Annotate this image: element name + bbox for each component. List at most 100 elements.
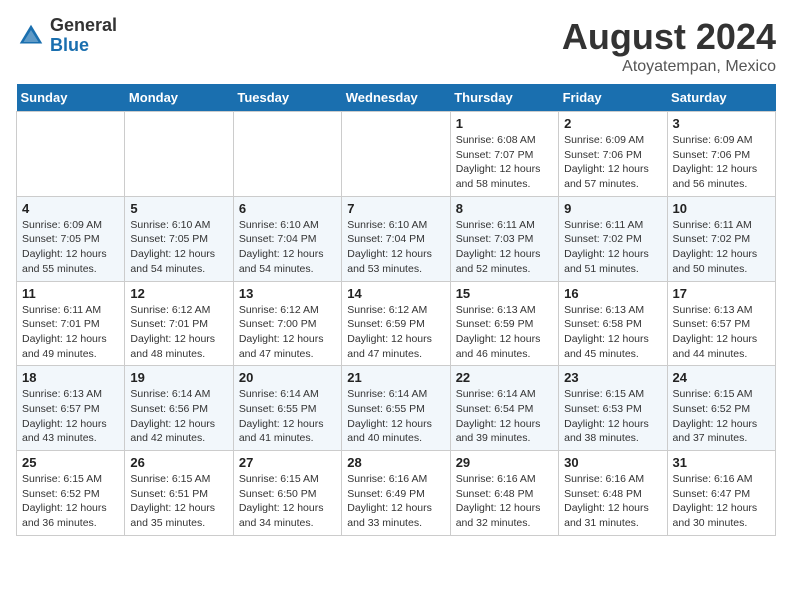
day-number: 5	[130, 201, 227, 216]
calendar-week-row: 4 Sunrise: 6:09 AM Sunset: 7:05 PM Daylig…	[17, 196, 776, 281]
day-info: Sunrise: 6:14 AM Sunset: 6:55 PM Dayligh…	[239, 387, 336, 446]
calendar-cell: 6Sunrise: 6:10 AM Sunset: 7:04 PM Daylig…	[233, 196, 341, 281]
calendar-week-row: 1Sunrise: 6:08 AM Sunset: 7:07 PM Daylig…	[17, 112, 776, 197]
title-block: August 2024 Atoyatempan, Mexico	[562, 16, 776, 76]
day-info: Sunrise: 6:16 AM Sunset: 6:47 PM Dayligh…	[673, 472, 770, 531]
weekday-header-tuesday: Tuesday	[233, 84, 341, 112]
day-number: 23	[564, 370, 661, 385]
day-number: 9	[564, 201, 661, 216]
day-number: 24	[673, 370, 770, 385]
weekday-header-row: SundayMondayTuesdayWednesdayThursdayFrid…	[17, 84, 776, 112]
day-number: 19	[130, 370, 227, 385]
day-info: Sunrise: 6:11 AM Sunset: 7:03 PM Dayligh…	[456, 218, 553, 277]
calendar-week-row: 11Sunrise: 6:11 AM Sunset: 7:01 PM Dayli…	[17, 281, 776, 366]
calendar-cell: 7 Sunrise: 6:10 AM Sunset: 7:04 PM Daylig…	[342, 196, 450, 281]
day-number: 6	[239, 201, 336, 216]
calendar-cell: 12Sunrise: 6:12 AM Sunset: 7:01 PM Dayli…	[125, 281, 233, 366]
location-subtitle: Atoyatempan, Mexico	[562, 58, 776, 76]
day-number: 16	[564, 286, 661, 301]
calendar-cell: 20 Sunrise: 6:14 AM Sunset: 6:55 PM Dayli…	[233, 366, 341, 451]
day-number: 30	[564, 455, 661, 470]
day-info: Sunrise: 6:12 AM Sunset: 6:59 PM Dayligh…	[347, 303, 444, 362]
day-info: Sunrise: 6:15 AM Sunset: 6:50 PM Dayligh…	[239, 472, 336, 531]
day-number: 21	[347, 370, 444, 385]
calendar-cell	[342, 112, 450, 197]
day-info: Sunrise: 6:09 AM Sunset: 7:05 PM Dayligh…	[22, 218, 119, 277]
calendar-cell: 30 Sunrise: 6:16 AM Sunset: 6:48 PM Dayli…	[559, 451, 667, 536]
day-number: 22	[456, 370, 553, 385]
day-number: 8	[456, 201, 553, 216]
month-year-title: August 2024	[562, 16, 776, 58]
calendar-cell: 15Sunrise: 6:13 AM Sunset: 6:59 PM Dayli…	[450, 281, 558, 366]
day-number: 27	[239, 455, 336, 470]
logo-icon	[16, 21, 46, 51]
calendar-cell: 5 Sunrise: 6:10 AM Sunset: 7:05 PM Daylig…	[125, 196, 233, 281]
calendar-cell: 21 Sunrise: 6:14 AM Sunset: 6:55 PM Dayli…	[342, 366, 450, 451]
calendar-cell: 26Sunrise: 6:15 AM Sunset: 6:51 PM Dayli…	[125, 451, 233, 536]
day-info: Sunrise: 6:14 AM Sunset: 6:55 PM Dayligh…	[347, 387, 444, 446]
day-info: Sunrise: 6:14 AM Sunset: 6:54 PM Dayligh…	[456, 387, 553, 446]
day-info: Sunrise: 6:10 AM Sunset: 7:04 PM Dayligh…	[347, 218, 444, 277]
calendar-cell: 1Sunrise: 6:08 AM Sunset: 7:07 PM Daylig…	[450, 112, 558, 197]
day-info: Sunrise: 6:15 AM Sunset: 6:53 PM Dayligh…	[564, 387, 661, 446]
day-info: Sunrise: 6:12 AM Sunset: 7:01 PM Dayligh…	[130, 303, 227, 362]
day-info: Sunrise: 6:14 AM Sunset: 6:56 PM Dayligh…	[130, 387, 227, 446]
day-info: Sunrise: 6:10 AM Sunset: 7:05 PM Dayligh…	[130, 218, 227, 277]
logo-text: General Blue	[50, 16, 117, 56]
day-info: Sunrise: 6:15 AM Sunset: 6:52 PM Dayligh…	[22, 472, 119, 531]
day-number: 7	[347, 201, 444, 216]
day-info: Sunrise: 6:11 AM Sunset: 7:02 PM Dayligh…	[564, 218, 661, 277]
day-info: Sunrise: 6:16 AM Sunset: 6:48 PM Dayligh…	[456, 472, 553, 531]
logo-blue-text: Blue	[50, 36, 117, 56]
calendar-cell: 11Sunrise: 6:11 AM Sunset: 7:01 PM Dayli…	[17, 281, 125, 366]
day-number: 10	[673, 201, 770, 216]
logo: General Blue	[16, 16, 117, 56]
calendar-week-row: 18Sunrise: 6:13 AM Sunset: 6:57 PM Dayli…	[17, 366, 776, 451]
day-number: 20	[239, 370, 336, 385]
calendar-cell: 28 Sunrise: 6:16 AM Sunset: 6:49 PM Dayli…	[342, 451, 450, 536]
calendar-cell: 10 Sunrise: 6:11 AM Sunset: 7:02 PM Dayli…	[667, 196, 775, 281]
calendar-cell: 31 Sunrise: 6:16 AM Sunset: 6:47 PM Dayli…	[667, 451, 775, 536]
day-info: Sunrise: 6:09 AM Sunset: 7:06 PM Dayligh…	[564, 133, 661, 192]
weekday-header-thursday: Thursday	[450, 84, 558, 112]
weekday-header-wednesday: Wednesday	[342, 84, 450, 112]
day-number: 31	[673, 455, 770, 470]
day-info: Sunrise: 6:09 AM Sunset: 7:06 PM Dayligh…	[673, 133, 770, 192]
calendar-cell: 17Sunrise: 6:13 AM Sunset: 6:57 PM Dayli…	[667, 281, 775, 366]
day-number: 29	[456, 455, 553, 470]
day-info: Sunrise: 6:15 AM Sunset: 6:52 PM Dayligh…	[673, 387, 770, 446]
day-info: Sunrise: 6:13 AM Sunset: 6:59 PM Dayligh…	[456, 303, 553, 362]
day-info: Sunrise: 6:16 AM Sunset: 6:49 PM Dayligh…	[347, 472, 444, 531]
day-number: 28	[347, 455, 444, 470]
day-number: 1	[456, 116, 553, 131]
calendar-week-row: 25Sunrise: 6:15 AM Sunset: 6:52 PM Dayli…	[17, 451, 776, 536]
day-number: 17	[673, 286, 770, 301]
calendar-cell: 23 Sunrise: 6:15 AM Sunset: 6:53 PM Dayli…	[559, 366, 667, 451]
day-info: Sunrise: 6:11 AM Sunset: 7:02 PM Dayligh…	[673, 218, 770, 277]
calendar-cell: 13 Sunrise: 6:12 AM Sunset: 7:00 PM Dayli…	[233, 281, 341, 366]
calendar-cell: 9 Sunrise: 6:11 AM Sunset: 7:02 PM Daylig…	[559, 196, 667, 281]
calendar-cell: 18Sunrise: 6:13 AM Sunset: 6:57 PM Dayli…	[17, 366, 125, 451]
day-number: 11	[22, 286, 119, 301]
day-number: 18	[22, 370, 119, 385]
day-info: Sunrise: 6:15 AM Sunset: 6:51 PM Dayligh…	[130, 472, 227, 531]
day-info: Sunrise: 6:16 AM Sunset: 6:48 PM Dayligh…	[564, 472, 661, 531]
day-info: Sunrise: 6:12 AM Sunset: 7:00 PM Dayligh…	[239, 303, 336, 362]
calendar-cell: 2 Sunrise: 6:09 AM Sunset: 7:06 PM Daylig…	[559, 112, 667, 197]
calendar-cell	[17, 112, 125, 197]
calendar-cell: 25Sunrise: 6:15 AM Sunset: 6:52 PM Dayli…	[17, 451, 125, 536]
calendar-cell: 29 Sunrise: 6:16 AM Sunset: 6:48 PM Dayli…	[450, 451, 558, 536]
day-number: 2	[564, 116, 661, 131]
day-number: 13	[239, 286, 336, 301]
page-header: General Blue August 2024 Atoyatempan, Me…	[16, 16, 776, 76]
weekday-header-sunday: Sunday	[17, 84, 125, 112]
day-number: 4	[22, 201, 119, 216]
day-number: 3	[673, 116, 770, 131]
calendar-cell: 19 Sunrise: 6:14 AM Sunset: 6:56 PM Dayli…	[125, 366, 233, 451]
calendar-cell: 3 Sunrise: 6:09 AM Sunset: 7:06 PM Daylig…	[667, 112, 775, 197]
weekday-header-monday: Monday	[125, 84, 233, 112]
calendar-table: SundayMondayTuesdayWednesdayThursdayFrid…	[16, 84, 776, 536]
calendar-cell: 27 Sunrise: 6:15 AM Sunset: 6:50 PM Dayli…	[233, 451, 341, 536]
calendar-cell	[233, 112, 341, 197]
calendar-cell: 22 Sunrise: 6:14 AM Sunset: 6:54 PM Dayli…	[450, 366, 558, 451]
